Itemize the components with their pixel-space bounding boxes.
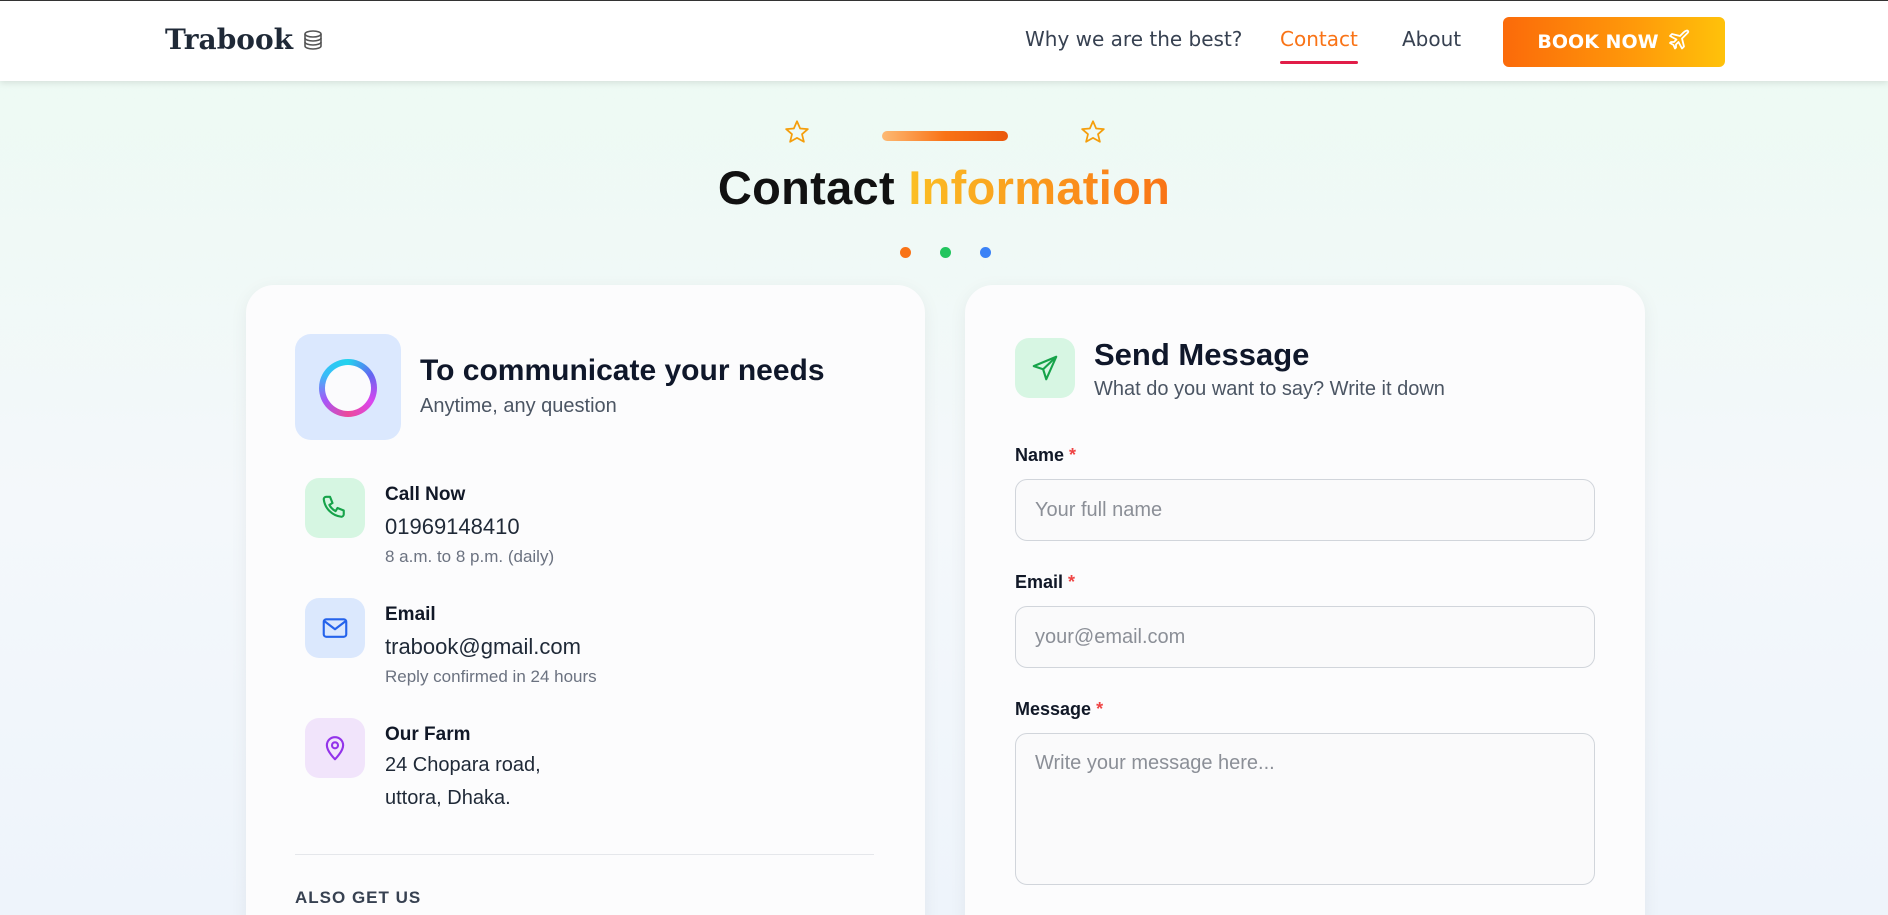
address-line-2: uttora, Dhaka.: [385, 787, 511, 809]
decorative-dot-blue: [980, 247, 991, 258]
star-icon: [1079, 118, 1107, 151]
nav-link-why-best[interactable]: Why we are the best?: [1025, 27, 1242, 51]
title-accent-bar: [882, 131, 1008, 141]
email-label-text: Email: [1015, 572, 1064, 592]
message-textarea[interactable]: [1015, 733, 1595, 885]
top-navbar: Trabook Why we are the best? Contact Abo…: [0, 0, 1888, 81]
required-mark: *: [1069, 445, 1077, 465]
email-reply-note: Reply confirmed in 24 hours: [385, 667, 597, 686]
nav-link-label: Why we are the best?: [1025, 27, 1243, 51]
page-title-part2: Information: [908, 161, 1171, 214]
name-input[interactable]: [1015, 479, 1595, 541]
divider: [295, 854, 874, 855]
required-mark: *: [1068, 572, 1076, 592]
message-label: Message *: [1015, 699, 1103, 720]
message-label-text: Message: [1015, 699, 1092, 719]
name-label-text: Name: [1015, 445, 1065, 465]
active-nav-underline: [1280, 61, 1358, 64]
email-input[interactable]: [1015, 606, 1595, 668]
mail-icon: [305, 598, 365, 658]
book-now-button[interactable]: BOOK NOW: [1503, 17, 1725, 67]
address-line-1: 24 Chopara road,: [385, 754, 541, 776]
logo-text: Trabook: [165, 23, 294, 56]
phone-icon: [305, 478, 365, 538]
nav-link-about[interactable]: About: [1402, 27, 1461, 51]
contact-label-call: Call Now: [385, 484, 466, 505]
send-message-card: Send Message What do you want to say? Wr…: [965, 285, 1645, 915]
email-address[interactable]: trabook@gmail.com: [385, 634, 581, 660]
card-title: To communicate your needs: [420, 354, 825, 387]
airplane-icon: [1667, 28, 1691, 57]
coin-stack-icon: [301, 28, 325, 52]
phone-number[interactable]: 01969148410: [385, 514, 520, 540]
nav-link-label: Contact: [1280, 27, 1358, 51]
also-get-us-heading: ALSO GET US: [295, 888, 422, 907]
contact-label-email: Email: [385, 604, 436, 625]
send-message-title: Send Message: [1094, 337, 1310, 372]
star-icon: [783, 118, 811, 151]
gradient-ring-icon: [319, 359, 377, 417]
decorative-dot-green: [940, 247, 951, 258]
card-subtitle: Anytime, any question: [420, 395, 617, 417]
page-title-part1: Contact: [717, 161, 895, 214]
decorative-dot-orange: [900, 247, 911, 258]
page-title: Contact Information: [0, 160, 1888, 215]
logo[interactable]: Trabook: [165, 23, 325, 56]
call-hours: 8 a.m. to 8 p.m. (daily): [385, 547, 555, 566]
ring-icon-box: [295, 334, 401, 440]
email-label: Email *: [1015, 572, 1075, 593]
contact-info-card: To communicate your needs Anytime, any q…: [246, 285, 925, 915]
required-mark: *: [1096, 699, 1104, 719]
name-label: Name *: [1015, 445, 1076, 466]
contact-label-address: Our Farm: [385, 724, 471, 745]
map-pin-icon: [305, 718, 365, 778]
nav-link-contact[interactable]: Contact: [1280, 27, 1358, 64]
send-icon: [1015, 338, 1075, 398]
send-message-subtitle: What do you want to say? Write it down: [1094, 378, 1445, 400]
book-now-label: BOOK NOW: [1537, 31, 1659, 53]
nav-link-label: About: [1402, 27, 1462, 51]
